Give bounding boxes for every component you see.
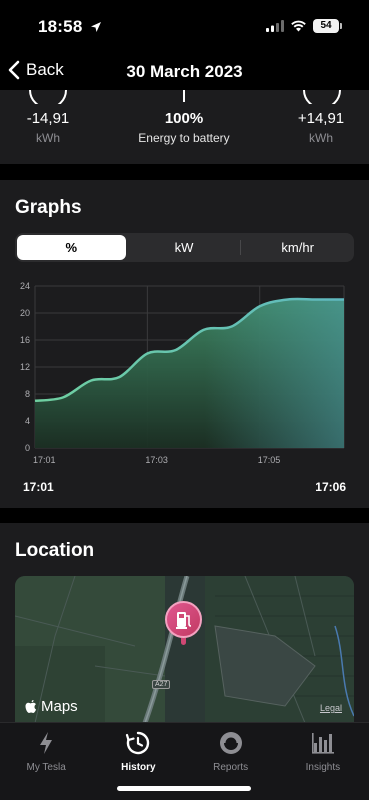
status-time: 18:58 (38, 17, 102, 37)
tab-label: Insights (305, 762, 341, 773)
energy-in-stat: +14,91 kWh (291, 110, 351, 145)
y-tick-label: 8 (25, 389, 30, 399)
x-axis-ticks: 17:01 17:03 17:05 (33, 455, 280, 465)
graphs-title: Graphs (15, 197, 82, 218)
location-map[interactable]: A27 Maps Legal (15, 576, 354, 723)
tab-label: My Tesla (26, 762, 66, 773)
range-end-time: 17:06 (315, 480, 346, 494)
energy-battery-value: 100% (164, 110, 204, 127)
unit-segmented-control: % kW km/hr (15, 233, 354, 262)
home-indicator (117, 786, 251, 791)
energy-out-unit: kWh (36, 131, 60, 145)
road-label: A27 (152, 680, 171, 689)
tab-my-tesla[interactable]: My Tesla (0, 723, 92, 800)
nav-bar: Back 30 March 2023 (0, 52, 369, 92)
page-title: 30 March 2023 (126, 62, 243, 81)
segment-percent[interactable]: % (17, 235, 126, 260)
energy-summary-card: -14,91 kWh 100% Energy to battery +14,91… (0, 90, 369, 164)
chart-area-tint (35, 299, 344, 448)
y-tick-label: 4 (25, 416, 30, 426)
tab-label: History (121, 762, 156, 773)
bolt-icon (40, 732, 53, 754)
segment-divider (240, 240, 242, 255)
wifi-icon (291, 20, 306, 32)
pin-tail (181, 638, 186, 645)
y-tick-label: 12 (20, 362, 30, 372)
tab-insights[interactable]: Insights (277, 723, 369, 800)
y-tick-label: 16 (20, 335, 30, 345)
charging-station-icon (175, 611, 191, 629)
location-arrow-icon (91, 22, 102, 32)
energy-battery-label: Energy to battery (138, 131, 230, 145)
reports-icon (219, 732, 242, 754)
battery-icon: 54 (313, 19, 342, 33)
energy-out-value: -14,91 (26, 110, 70, 127)
left-gauge-arc (29, 90, 67, 104)
location-card: Location A27 Maps Legal (0, 523, 369, 723)
status-icons: 54 (266, 19, 342, 33)
clock-text: 18:58 (38, 17, 83, 36)
graphs-card: Graphs % kW km/hr 0 4 8 12 16 20 24 17:01 17:0 (0, 180, 369, 508)
signal-icon (266, 20, 284, 32)
status-bar: 18:58 54 (0, 0, 369, 50)
y-tick-label: 20 (20, 308, 30, 318)
range-start-time: 17:01 (23, 480, 54, 494)
history-icon (126, 731, 150, 755)
apple-logo-icon (25, 700, 37, 713)
x-tick-label: 17:03 (145, 455, 168, 465)
center-indicator (183, 90, 185, 102)
charger-location-pin[interactable] (165, 601, 202, 638)
x-tick-label: 17:01 (33, 455, 56, 465)
tab-label: Reports (213, 762, 249, 773)
energy-in-value: +14,91 (297, 110, 345, 127)
right-gauge-arc (303, 90, 341, 104)
x-tick-label: 17:05 (258, 455, 281, 465)
legal-link[interactable]: Legal (320, 703, 342, 713)
segment-kw[interactable]: kW (130, 235, 239, 260)
maps-label: Maps (41, 698, 78, 715)
y-axis-ticks: 0 4 8 12 16 20 24 (20, 281, 30, 453)
location-title: Location (15, 540, 95, 561)
charge-chart: 0 4 8 12 16 20 24 17:01 17:03 17:05 (20, 281, 345, 465)
segment-kmhr[interactable]: km/hr (243, 235, 352, 260)
insights-icon (311, 733, 334, 754)
y-tick-label: 0 (25, 443, 30, 453)
energy-in-unit: kWh (309, 131, 333, 145)
apple-maps-logo: Maps (25, 698, 78, 715)
y-tick-label: 24 (20, 281, 30, 291)
energy-battery-stat: 100% Energy to battery (124, 110, 244, 145)
energy-out-stat: -14,91 kWh (18, 110, 78, 145)
